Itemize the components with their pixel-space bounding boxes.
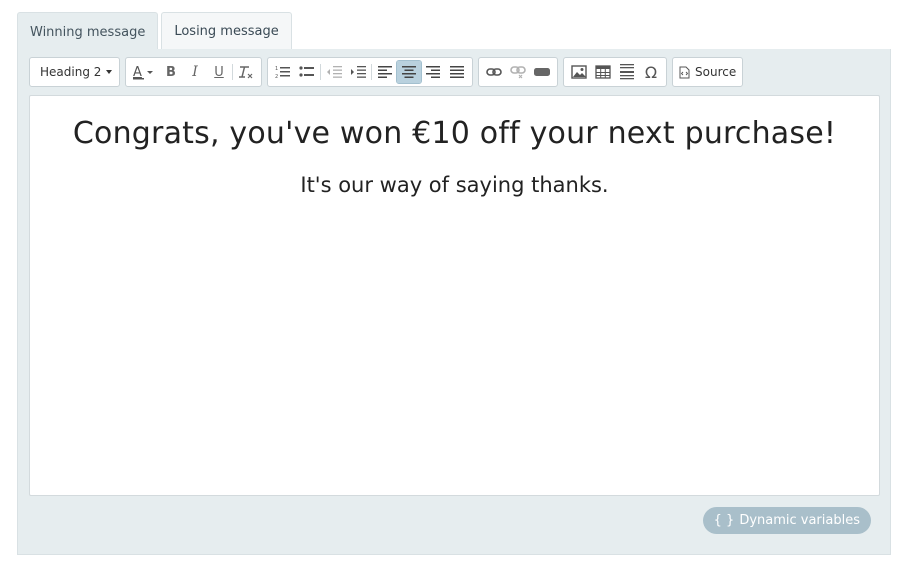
source-icon	[679, 66, 690, 78]
toolbar-group-insert: Ω	[563, 57, 667, 87]
bulleted-list-icon	[299, 66, 314, 77]
editor-toolbar: Heading 2 A B I U 1 2 Ω Source	[29, 57, 744, 87]
toolbar-group-paragraph: 1 2	[267, 57, 473, 87]
dynamic-variables-button[interactable]: { } Dynamic variables	[702, 507, 871, 534]
align-center-icon	[402, 66, 416, 78]
link-button[interactable]	[482, 61, 506, 83]
underline-icon: U	[214, 64, 224, 80]
svg-text:A: A	[133, 65, 142, 80]
link-icon	[486, 68, 502, 76]
anchor-icon	[534, 68, 550, 76]
image-button[interactable]	[567, 61, 591, 83]
editor-panel: Heading 2 A B I U 1 2 Ω Source Congrats,…	[17, 49, 891, 555]
increase-indent-icon	[351, 66, 366, 78]
unlink-button[interactable]	[506, 61, 530, 83]
message-paragraph[interactable]: It's our way of saying thanks.	[30, 173, 879, 197]
source-button[interactable]: Source	[672, 57, 744, 87]
remove-format-icon	[239, 66, 253, 79]
source-button-label: Source	[695, 65, 737, 79]
format-dropdown[interactable]: Heading 2	[29, 57, 120, 87]
toolbar-separator	[320, 64, 321, 80]
italic-icon: I	[192, 64, 198, 80]
rich-text-editor[interactable]: Congrats, you've won €10 off your next p…	[29, 95, 880, 496]
horizontal-line-icon	[620, 64, 634, 80]
tab-losing-message[interactable]: Losing message	[161, 12, 292, 50]
text-color-icon: A	[133, 65, 153, 80]
bold-icon: B	[166, 64, 176, 80]
align-right-icon	[426, 66, 440, 78]
dynamic-variables-label: Dynamic variables	[739, 513, 860, 528]
align-right-button[interactable]	[421, 61, 445, 83]
message-heading[interactable]: Congrats, you've won €10 off your next p…	[30, 116, 879, 151]
align-justify-button[interactable]	[445, 61, 469, 83]
format-dropdown-label: Heading 2	[40, 65, 102, 79]
braces-icon: { }	[713, 513, 735, 528]
underline-button[interactable]: U	[207, 61, 231, 83]
chevron-down-icon	[106, 70, 112, 74]
toolbar-group-text-style: A B I U	[125, 57, 262, 87]
omega-icon: Ω	[644, 62, 658, 82]
svg-text:2: 2	[275, 74, 278, 79]
tab-winning-message[interactable]: Winning message	[17, 12, 159, 51]
bulleted-list-button[interactable]	[295, 61, 319, 83]
table-icon	[595, 65, 611, 79]
svg-text:1: 1	[275, 66, 278, 72]
horizontal-line-button[interactable]	[615, 61, 639, 83]
toolbar-separator	[371, 64, 372, 80]
toolbar-separator	[232, 64, 233, 80]
table-button[interactable]	[591, 61, 615, 83]
message-tabs: Winning message Losing message	[17, 12, 292, 51]
remove-format-button[interactable]	[234, 61, 258, 83]
italic-button[interactable]: I	[183, 61, 207, 83]
image-icon	[571, 65, 587, 79]
align-center-button[interactable]	[396, 60, 422, 84]
numbered-list-button[interactable]: 1 2	[271, 61, 295, 83]
anchor-button[interactable]	[530, 61, 554, 83]
decrease-indent-icon	[327, 66, 342, 78]
align-left-button[interactable]	[373, 61, 397, 83]
text-color-button[interactable]: A	[129, 61, 159, 83]
align-left-icon	[378, 66, 392, 78]
special-character-button[interactable]: Ω	[639, 61, 663, 83]
decrease-indent-button[interactable]	[322, 61, 346, 83]
unlink-icon	[510, 66, 526, 79]
increase-indent-button[interactable]	[346, 61, 370, 83]
numbered-list-icon: 1 2	[275, 66, 290, 79]
bold-button[interactable]: B	[159, 61, 183, 83]
toolbar-group-links	[478, 57, 558, 87]
align-justify-icon	[450, 66, 464, 78]
